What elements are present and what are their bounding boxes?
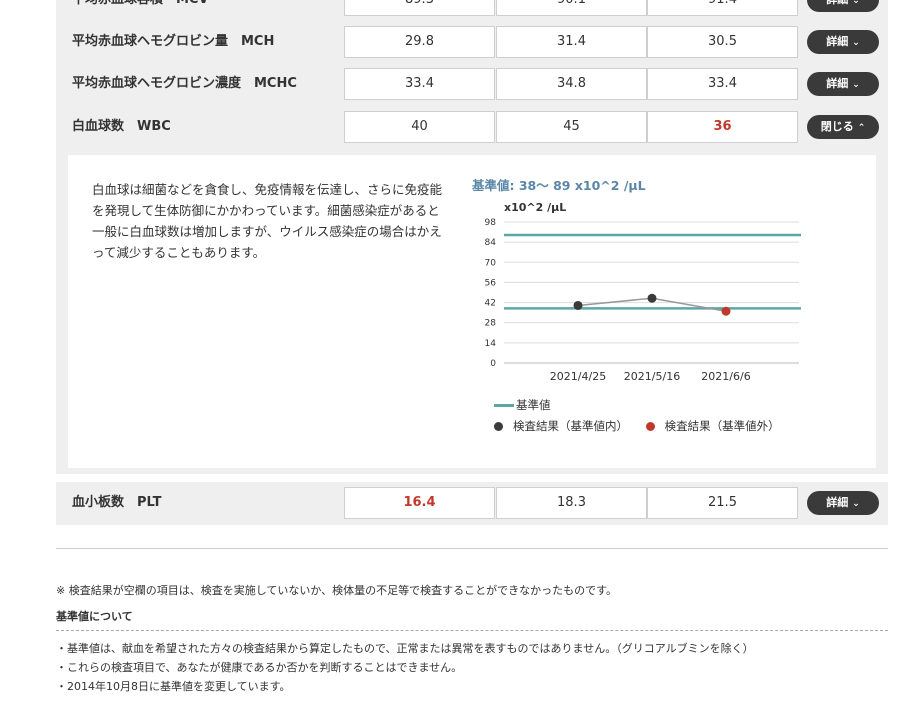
chart-title: 基準値: 38～ 89 x10^2 /μL (472, 178, 646, 193)
result-cell: 91.4 (647, 0, 798, 16)
dot-out-icon (645, 422, 655, 431)
y-axis-unit: x10^2 /μL (504, 201, 567, 214)
panel-gap (56, 474, 888, 482)
result-cell: 89.3 (344, 0, 495, 16)
row-label: 平均赤血球ヘモグロビン量 MCH (72, 34, 275, 49)
y-tick-label: 84 (485, 238, 497, 248)
reference-notes: ・基準値は、献血を希望された方々の検査結果から算定したもので、正常または異常を表… (56, 639, 754, 696)
table-row: 血小板数 PLT 16.4 18.3 21.5 詳細 ⌄ (56, 482, 888, 524)
y-tick-label: 28 (485, 319, 497, 329)
close-button[interactable]: 閉じる ⌃ (807, 115, 879, 139)
y-tick-label: 0 (490, 359, 496, 369)
result-cell-alert: 36 (647, 111, 798, 143)
data-point (573, 300, 583, 310)
detail-button[interactable]: 詳細⌄ (807, 0, 879, 12)
data-point-out (721, 306, 731, 316)
chevron-down-icon: ⌄ (852, 499, 860, 509)
x-tick-label: 2021/5/16 (624, 370, 680, 383)
row-label: 白血球数 WBC (72, 119, 171, 134)
result-cell: 45 (496, 111, 647, 143)
y-tick-label: 14 (485, 339, 497, 349)
row-label: 平均赤血球容積 MCV (72, 0, 209, 21)
dot-in-icon (494, 422, 503, 431)
detail-button[interactable]: 詳細⌄ (807, 491, 879, 515)
chevron-down-icon: ⌄ (852, 0, 860, 6)
legend-results: 検査結果（基準値内） 検査結果（基準値外） (494, 418, 780, 434)
result-cell: 31.4 (496, 26, 647, 58)
y-tick-label: 56 (485, 278, 497, 288)
divider (56, 548, 888, 549)
data-point (647, 293, 657, 303)
result-cell-alert: 16.4 (344, 487, 495, 519)
x-tick-label: 2021/6/6 (701, 370, 750, 383)
row-label: 血小板数 PLT (72, 495, 162, 510)
legend-reference: 基準値 (494, 397, 551, 413)
result-cell: 21.5 (647, 487, 798, 519)
blank-note: ※ 検査結果が空欄の項目は、検査を実施していないか、検体量の不足等で検査すること… (56, 584, 618, 597)
table-row: 平均赤血球ヘモグロビン濃度 MCHC 33.4 34.8 33.4 詳細 ⌄ (56, 63, 888, 105)
result-cell: 40 (344, 111, 495, 143)
detail-button[interactable]: 詳細⌄ (807, 30, 879, 54)
list-item: ・2014年10月8日に基準値を変更しています。 (56, 680, 291, 693)
reference-line-icon (494, 404, 514, 407)
y-tick-label: 70 (485, 258, 497, 268)
result-cell: 90.1 (496, 0, 647, 16)
chevron-down-icon: ⌄ (852, 38, 860, 48)
row-label: 平均赤血球ヘモグロビン濃度 MCHC (72, 76, 297, 91)
result-cell: 33.4 (647, 68, 798, 100)
chevron-up-icon: ⌃ (857, 123, 866, 133)
reference-heading: 基準値について (56, 610, 133, 623)
description-text: 白血球は細菌などを貪食し、免疫情報を伝達し、さらに免疫能を発現して生体防御にかか… (92, 182, 443, 260)
detail-panel: 白血球は細菌などを貪食し、免疫情報を伝達し、さらに免疫能を発現して生体防御にかか… (68, 155, 876, 468)
table-row: 白血球数 WBC 40 45 36 閉じる ⌃ (56, 106, 888, 148)
result-cell: 34.8 (496, 68, 647, 100)
list-item: ・これらの検査項目で、あなたが健康であるか否かを判断することはできません。 (56, 661, 463, 674)
series-line (577, 297, 727, 312)
chevron-down-icon: ⌄ (852, 80, 860, 90)
table-row: 平均赤血球ヘモグロビン量 MCH 29.8 31.4 30.5 詳細 ⌄ (56, 21, 888, 63)
panel-edge (56, 524, 888, 525)
result-cell: 18.3 (496, 487, 647, 519)
result-cell: 33.4 (344, 68, 495, 100)
dashed-divider (56, 630, 888, 631)
table-row: 平均赤血球容積 MCV 89.3 90.1 91.4 詳細⌄ (56, 0, 888, 21)
detail-button[interactable]: 詳細⌄ (807, 72, 879, 96)
y-tick-label: 42 (485, 299, 496, 309)
x-tick-label: 2021/4/25 (550, 370, 606, 383)
y-tick-label: 98 (485, 218, 497, 228)
list-item: ・基準値は、献血を希望された方々の検査結果から算定したもので、正常または異常を表… (56, 642, 754, 655)
result-cell: 30.5 (647, 26, 798, 58)
result-cell: 29.8 (344, 26, 495, 58)
